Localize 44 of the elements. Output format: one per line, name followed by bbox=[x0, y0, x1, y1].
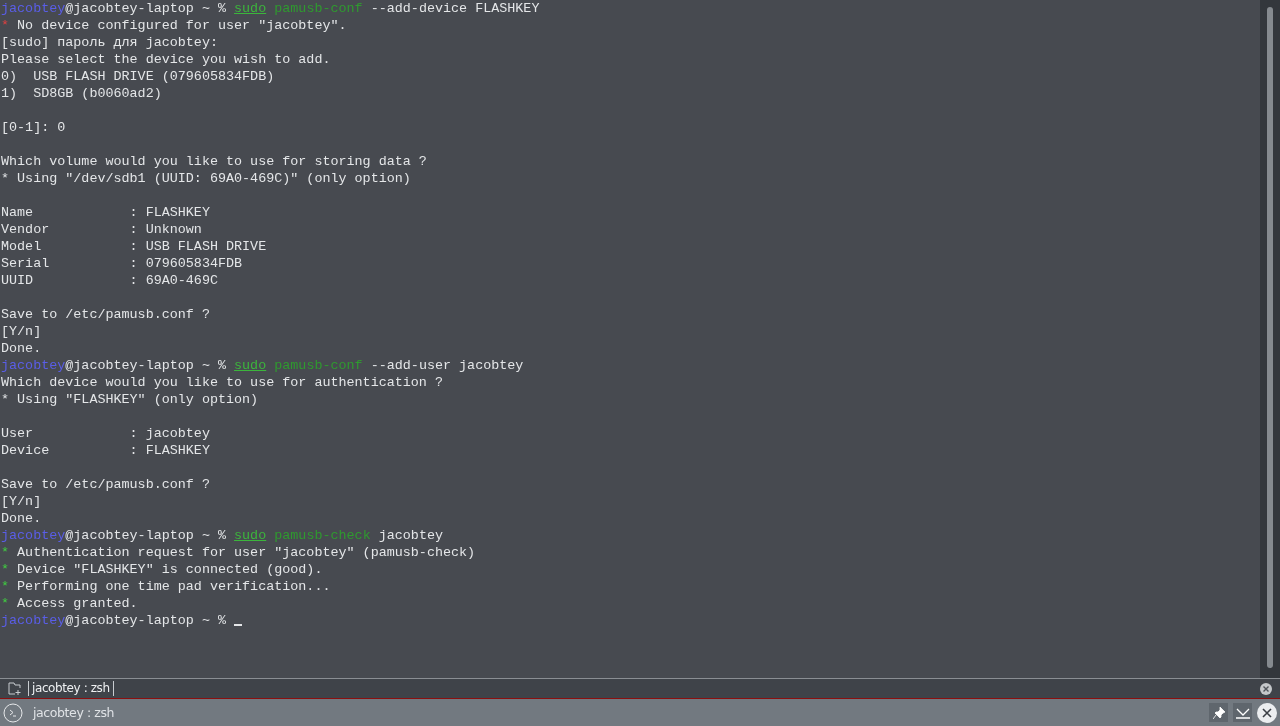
new-tab-icon[interactable] bbox=[8, 682, 22, 695]
terminal-line: jacobtey@jacobtey-laptop ~ % sudo pamusb-check jacobtey bbox=[1, 527, 444, 544]
pin-icon bbox=[1212, 706, 1225, 719]
close-tab-icon[interactable] bbox=[1260, 682, 1272, 695]
terminal-line: jacobtey@jacobtey-laptop ~ % sudo pamusb-conf --add-device FLASHKEY bbox=[1, 0, 541, 17]
terminal-line: Name : FLASHKEY bbox=[1, 204, 211, 221]
terminal-line: * No device configured for user "jacobtey". bbox=[1, 17, 348, 34]
terminal-line: 1) SD8GB (b0060ad2) bbox=[1, 85, 163, 102]
terminal-line: Save to /etc/pamusb.conf ? bbox=[1, 306, 211, 323]
terminal-line: 0) USB FLASH DRIVE (079605834FDB) bbox=[1, 68, 276, 85]
minimize-button[interactable] bbox=[1233, 703, 1252, 722]
terminal-line: Please select the device you wish to add. bbox=[1, 51, 332, 68]
terminal-line: [Y/n] bbox=[1, 493, 43, 510]
terminal-line: Model : USB FLASH DRIVE bbox=[1, 238, 268, 255]
terminal-line: [Y/n] bbox=[1, 323, 43, 340]
terminal-line: Which volume would you like to use for storing data ? bbox=[1, 153, 428, 170]
pin-button[interactable] bbox=[1209, 703, 1228, 722]
terminal-line: [sudo] пароль для jacobtey: bbox=[1, 34, 219, 51]
close-button[interactable] bbox=[1257, 702, 1277, 723]
terminal-line: Done. bbox=[1, 510, 43, 527]
terminal-line: * Authentication request for user "jacobtey" (pamusb-check) bbox=[1, 544, 477, 561]
terminal-line: Save to /etc/pamusb.conf ? bbox=[1, 476, 211, 493]
terminal-tab[interactable]: jacobtey : zsh bbox=[28, 681, 114, 696]
terminal-line: Done. bbox=[1, 340, 43, 357]
terminal-line: * Device "FLASHKEY" is connected (good). bbox=[1, 561, 324, 578]
scrollbar-thumb[interactable] bbox=[1267, 7, 1273, 668]
terminal-line: * Using "/dev/sdb1 (UUID: 69A0-469C)" (only option) bbox=[1, 170, 412, 187]
terminal-line: jacobtey@jacobtey-laptop ~ % bbox=[1, 612, 1260, 629]
terminal-line: Which device would you like to use for authentication ? bbox=[1, 374, 444, 391]
terminal-line: Serial : 079605834FDB bbox=[1, 255, 244, 272]
window-title: jacobtey : zsh bbox=[33, 705, 115, 720]
terminal-line: UUID : 69A0-469C bbox=[1, 272, 219, 289]
terminal-line: * Access granted. bbox=[1, 595, 139, 612]
close-icon bbox=[1262, 707, 1272, 718]
terminal-icon bbox=[3, 702, 23, 723]
terminal-line: Device : FLASHKEY bbox=[1, 442, 211, 459]
terminal-line: [0-1]: 0 bbox=[1, 119, 67, 136]
terminal-line: Vendor : Unknown bbox=[1, 221, 203, 238]
terminal-line: * Using "FLASHKEY" (only option) bbox=[1, 391, 260, 408]
terminal-line: jacobtey@jacobtey-laptop ~ % sudo pamusb-conf --add-user jacobtey bbox=[1, 357, 525, 374]
terminal-line: User : jacobtey bbox=[1, 425, 211, 442]
terminal-line: * Performing one time pad verification... bbox=[1, 578, 332, 595]
minimize-icon bbox=[1235, 706, 1250, 719]
scrollbar[interactable] bbox=[1260, 0, 1280, 678]
